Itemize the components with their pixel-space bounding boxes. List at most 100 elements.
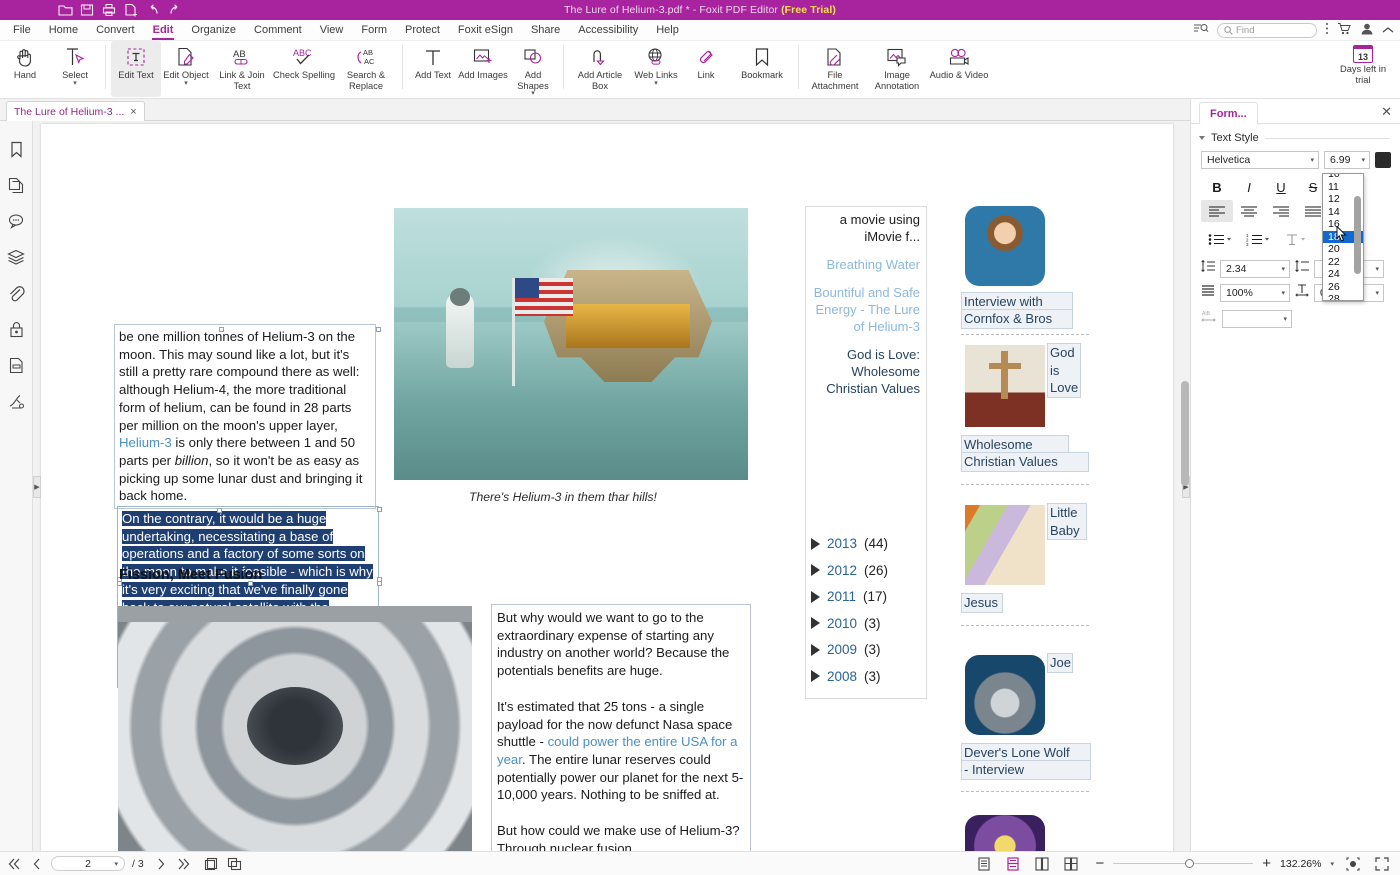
next-page-icon[interactable] (151, 854, 171, 874)
zoom-slider[interactable] (1113, 858, 1254, 868)
add-text-button[interactable]: Add Text (408, 41, 458, 97)
collapse-ribbon-icon[interactable] (1382, 22, 1394, 40)
align-right-button[interactable] (1265, 200, 1297, 222)
last-page-icon[interactable] (174, 854, 194, 874)
related-entry-4-title-line2[interactable]: - Interview (961, 760, 1091, 780)
zoom-level-label[interactable]: 132.26% (1280, 858, 1321, 870)
facing-view-icon[interactable] (1032, 854, 1052, 874)
chevron-down-icon[interactable]: ▾ (1283, 315, 1287, 323)
search-scope-icon[interactable] (1193, 22, 1209, 40)
continuous-view-icon[interactable] (1003, 854, 1023, 874)
first-page-icon[interactable] (4, 854, 24, 874)
add-images-button[interactable]: Add Images (458, 41, 508, 97)
text-block-column-2[interactable]: But why would we want to go to the extra… (491, 604, 751, 851)
chevron-down-icon[interactable]: ▾ (1281, 265, 1285, 273)
menu-comment[interactable]: Comment (245, 20, 311, 40)
zoom-in-button[interactable]: + (1262, 855, 1271, 872)
menu-edit[interactable]: Edit (144, 20, 183, 40)
menu-home[interactable]: Home (40, 20, 87, 40)
resize-handle[interactable] (217, 508, 222, 513)
signatures-icon[interactable] (6, 391, 26, 411)
bold-button[interactable]: B (1201, 176, 1233, 198)
days-left-in-trial-button[interactable]: 13 Days left in trial (1332, 41, 1394, 99)
expand-triangle-icon[interactable] (811, 643, 820, 656)
lunar-mission-photo[interactable] (394, 208, 748, 480)
web-links-caret-icon[interactable]: ▾ (654, 80, 658, 87)
menu-convert[interactable]: Convert (87, 20, 144, 40)
continuous-facing-view-icon[interactable] (1061, 854, 1081, 874)
file-attachment-button[interactable]: File Attachment (804, 41, 866, 97)
layers-icon[interactable] (6, 247, 26, 267)
align-left-button[interactable] (1201, 200, 1233, 222)
menu-organize[interactable]: Organize (182, 20, 245, 40)
link-join-text-button[interactable]: AB Link & Join Text (211, 41, 273, 97)
edit-text-button[interactable]: Edit Text (111, 41, 161, 97)
archive-year[interactable]: 2013 (827, 536, 857, 551)
related-entry-2-side-line1[interactable]: God is Love (1047, 343, 1081, 398)
search-replace-button[interactable]: AB AC Search & Replace (335, 41, 397, 97)
related-entry-3[interactable]: Little Baby Jesus (961, 501, 1101, 651)
document-tab[interactable]: The Lure of Helium-3 ... × (6, 101, 145, 121)
chevron-down-icon[interactable]: ▾ (1281, 289, 1285, 297)
chevron-down-icon[interactable]: ▾ (1330, 860, 1334, 868)
dropdown-scrollbar-thumb[interactable] (1354, 196, 1361, 274)
page-thumbnails-icon[interactable] (6, 175, 26, 195)
fusion-reactor-photo[interactable] (118, 606, 472, 851)
resize-handle[interactable] (376, 327, 381, 332)
bookmark-button[interactable]: Bookmark (731, 41, 793, 97)
select-tool-button[interactable]: Select ▾ (50, 41, 100, 97)
zoom-out-button[interactable]: − (1096, 855, 1105, 872)
related-entry-2[interactable]: God is Love Wholesome Christian Values (961, 341, 1101, 501)
resize-handle[interactable] (377, 581, 382, 586)
zoom-slider-handle[interactable] (1185, 858, 1195, 868)
edit-object-caret-icon[interactable]: ▾ (184, 80, 188, 87)
archive-row-2010[interactable]: 2010 (3) (811, 616, 931, 631)
add-shapes-caret-icon[interactable]: ▾ (531, 90, 535, 97)
check-spelling-button[interactable]: ABC Check Spelling (273, 41, 335, 97)
archive-year[interactable]: 2012 (827, 563, 857, 578)
chevron-down-icon[interactable]: ▾ (1375, 265, 1379, 273)
collapse-left-panel-handle[interactable]: ▶ (33, 476, 41, 498)
font-size-option-11[interactable]: 11 (1323, 181, 1363, 194)
oceanhorn-boy-character-icon[interactable] (965, 206, 1045, 286)
wooden-cross-candles-photo[interactable] (965, 345, 1045, 427)
char-scale-select[interactable]: 100% ▾ (1220, 283, 1290, 302)
form-fields-icon[interactable] (6, 355, 26, 375)
select-caret-icon[interactable]: ▾ (73, 80, 77, 87)
bookmark-panel-icon[interactable] (6, 139, 26, 159)
security-icon[interactable] (6, 319, 26, 339)
related-entry-4[interactable]: Joe Dever's Lone Wolf - Interview (961, 651, 1101, 811)
comments-icon[interactable] (6, 211, 26, 231)
chevron-down-icon[interactable]: ▾ (1375, 289, 1379, 297)
related-entry-1-title-line2[interactable]: Cornfox & Bros (961, 309, 1073, 329)
rotate-view-icon[interactable] (225, 854, 245, 874)
resize-handle[interactable] (248, 581, 253, 586)
helium3-link[interactable]: Helium-3 (119, 435, 172, 450)
fullscreen-icon[interactable] (1372, 854, 1392, 874)
font-color-swatch[interactable] (1375, 152, 1391, 168)
document-viewport[interactable]: be one million tonnes of Helium-3 on the… (33, 121, 1190, 851)
add-shapes-button[interactable]: Add Shapes ▾ (508, 41, 558, 97)
archive-year[interactable]: 2010 (827, 616, 857, 631)
expand-triangle-icon[interactable] (811, 537, 820, 550)
menu-protect[interactable]: Protect (396, 20, 449, 40)
related-entry-2-title-line2[interactable]: Christian Values (961, 452, 1089, 472)
menu-accessibility[interactable]: Accessibility (569, 20, 647, 40)
archive-row-2011[interactable]: 2011 (17) (811, 589, 931, 604)
sidebar-link-0[interactable]: a movie using iMovie f... (812, 211, 920, 245)
text-block-paragraph-1[interactable]: be one million tonnes of Helium-3 on the… (114, 324, 376, 510)
underline-button[interactable]: U (1265, 176, 1297, 198)
resize-handle[interactable] (117, 581, 122, 586)
close-panel-icon[interactable]: ✕ (1381, 104, 1392, 120)
expand-triangle-icon[interactable] (811, 617, 820, 629)
overflow-menu-icon[interactable] (1325, 22, 1329, 40)
previous-page-icon[interactable] (27, 854, 47, 874)
sidebar-link-2[interactable]: Bountiful and Safe Energy - The Lure of … (812, 284, 920, 335)
expand-triangle-icon[interactable] (811, 590, 820, 603)
scrollbar-thumb[interactable] (1181, 381, 1189, 486)
bulleted-list-button[interactable] (1201, 228, 1239, 250)
font-size-option-26[interactable]: 26 (1323, 281, 1363, 294)
archive-year[interactable]: 2008 (827, 669, 857, 684)
find-input[interactable]: Find (1217, 23, 1317, 38)
image-annotation-button[interactable]: Image Annotation (866, 41, 928, 97)
